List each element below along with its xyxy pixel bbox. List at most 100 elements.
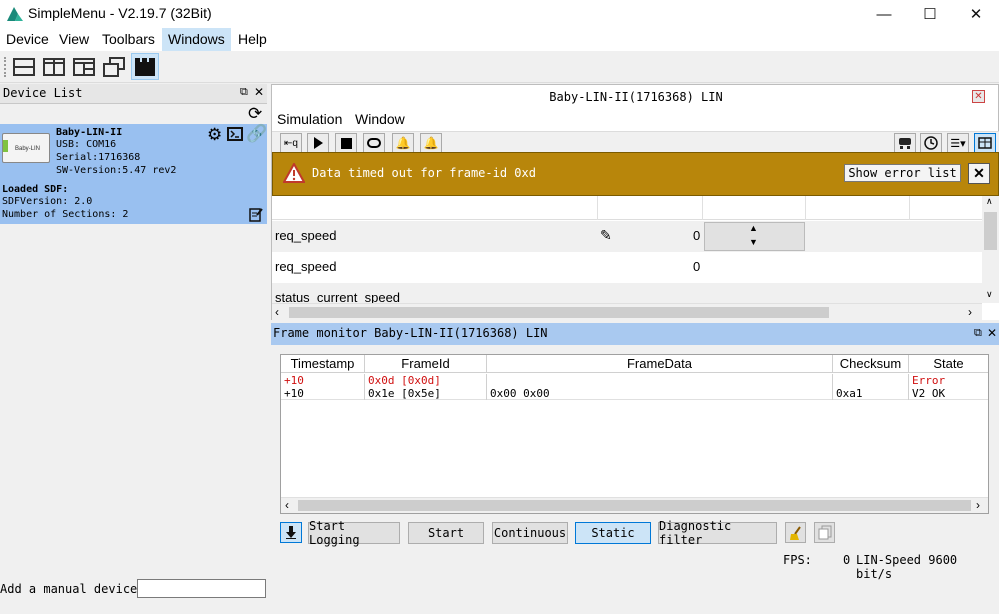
bell-alert-icon[interactable]: 🔔 — [420, 133, 442, 153]
copy-icon[interactable] — [814, 522, 835, 543]
lin-speed: LIN-Speed 9600 bit/s — [856, 553, 958, 581]
close-button[interactable]: ✕ — [953, 0, 999, 28]
col-framedata[interactable]: FrameData — [487, 355, 833, 373]
list-dropdown-icon[interactable]: ☰▾ — [947, 133, 969, 153]
autoscroll-down-icon[interactable] — [280, 522, 302, 543]
bus-icon[interactable] — [894, 133, 916, 153]
settings-gear-icon[interactable]: ⚙ — [207, 125, 222, 145]
maximize-button[interactable]: ☐ — [907, 0, 953, 28]
scroll-thumb[interactable] — [289, 307, 829, 318]
signal-name: req_speed — [275, 259, 337, 274]
device-list-title: Device List — [3, 86, 83, 100]
error-banner: Data timed out for frame-id 0xd Show err… — [272, 152, 999, 196]
layout-horizontal-icon[interactable] — [10, 53, 38, 80]
simulation-toolbar: ⇤q 🔔 🔔 ☰▾ — [272, 131, 999, 153]
play-icon[interactable] — [307, 133, 329, 153]
cell-state: Error — [912, 374, 946, 387]
device-list-panel: Device List ⧉ ✕ ⟳ Baby-LIN Baby-LIN-II U… — [0, 84, 267, 614]
manual-device-input[interactable] — [137, 579, 266, 598]
table-row[interactable]: +10 0x1e [0x5e] 0x00 0x00 0xa1 V2 OK — [281, 387, 988, 400]
table-row[interactable]: +10 0x0d [0x0d] Error — [281, 374, 988, 387]
refresh-icon[interactable]: ⟳ — [248, 104, 262, 124]
tabbed-view-icon[interactable] — [131, 53, 159, 80]
device-image-label: Baby-LIN — [15, 146, 41, 152]
static-button[interactable]: Static — [575, 522, 651, 544]
layout-grid-icon[interactable] — [70, 53, 98, 80]
cell-checksum — [833, 374, 909, 387]
menu-view[interactable]: View — [53, 28, 95, 51]
cell-timestamp: +10 — [281, 374, 365, 387]
link-icon[interactable]: 🔗 — [246, 124, 267, 144]
frame-horizontal-scrollbar[interactable]: ‹ › — [281, 497, 988, 513]
menu-simulation[interactable]: Simulation — [277, 111, 342, 127]
scroll-thumb[interactable] — [984, 212, 997, 250]
menu-toolbars[interactable]: Toolbars — [96, 28, 161, 51]
diagnostic-filter-button[interactable]: Diagnostic filter — [658, 519, 777, 547]
cell-frameid: 0x0d [0x0d] — [365, 374, 487, 387]
col-frameid[interactable]: FrameId — [365, 355, 487, 373]
start-button[interactable]: Start — [408, 522, 484, 544]
error-dismiss-button[interactable]: ✕ — [968, 163, 990, 184]
signal-vertical-scrollbar[interactable]: ∧ ∨ — [982, 196, 999, 303]
signal-value: 0 — [693, 259, 701, 274]
col-timestamp[interactable]: Timestamp — [281, 355, 365, 373]
device-image-stripe — [3, 140, 8, 152]
menu-device[interactable]: Device — [0, 28, 55, 51]
scroll-down-icon[interactable]: ∨ — [986, 289, 993, 300]
signal-row[interactable]: req_speed ✎ 0 ▲ ▼ — [272, 221, 982, 252]
cell-frameid: 0x1e [0x5e] — [365, 387, 487, 400]
cell-framedata: 0x00 0x00 — [487, 387, 833, 400]
device-card[interactable]: Baby-LIN Baby-LIN-II USB: COM16 Serial:1… — [0, 124, 267, 224]
terminal-icon[interactable] — [227, 127, 243, 141]
signal-value: 0 — [693, 228, 701, 243]
edit-pencil-icon[interactable]: ✎ — [600, 227, 612, 244]
signal-row[interactable]: req_speed 0 — [272, 252, 982, 283]
spin-down-icon[interactable]: ▼ — [749, 237, 758, 247]
edit-sdf-icon[interactable] — [249, 207, 263, 222]
minimize-button[interactable]: — — [861, 0, 907, 28]
cell-state: V2 OK — [912, 387, 946, 400]
close-panel-icon[interactable]: ✕ — [254, 85, 264, 99]
col-checksum[interactable]: Checksum — [833, 355, 909, 373]
signal-horizontal-scrollbar[interactable]: ‹ › — [272, 303, 982, 320]
menu-help[interactable]: Help — [232, 28, 273, 51]
cascade-windows-icon[interactable] — [100, 53, 128, 80]
show-error-list-button[interactable]: Show error list — [844, 164, 961, 182]
scroll-right-icon[interactable]: › — [976, 498, 980, 512]
clock-icon[interactable] — [920, 133, 942, 153]
simulation-close-icon[interactable]: ✕ — [972, 90, 985, 103]
start-logging-button[interactable]: Start Logging — [308, 519, 400, 547]
loop-icon[interactable] — [363, 133, 385, 153]
app-logo-icon — [7, 7, 23, 21]
fps-label: FPS: — [783, 553, 812, 567]
loaded-sdf-label: Loaded SDF: — [2, 184, 69, 195]
spin-up-icon[interactable]: ▲ — [749, 223, 758, 233]
clear-broom-icon[interactable] — [785, 522, 806, 543]
scroll-left-icon[interactable]: ‹ — [275, 305, 279, 319]
float-panel-icon[interactable]: ⧉ — [240, 86, 248, 99]
float-panel-icon[interactable]: ⧉ — [974, 327, 982, 340]
menu-window[interactable]: Window — [355, 111, 405, 127]
cell-checksum: 0xa1 — [833, 387, 909, 400]
table-view-icon[interactable] — [974, 133, 996, 153]
signal-table-header — [272, 196, 982, 220]
continuous-button[interactable]: Continuous — [492, 522, 568, 544]
layout-vertical-icon[interactable] — [40, 53, 68, 80]
scroll-up-icon[interactable]: ∧ — [986, 196, 993, 207]
close-panel-icon[interactable]: ✕ — [987, 326, 997, 340]
frame-monitor-table: Timestamp FrameId FrameData Checksum Sta… — [280, 354, 989, 514]
value-spinbox[interactable]: ▲ ▼ — [704, 222, 805, 251]
stop-icon[interactable] — [335, 133, 357, 153]
frame-table-header: Timestamp FrameId FrameData Checksum Sta… — [281, 355, 988, 373]
menu-windows[interactable]: Windows — [162, 28, 231, 51]
scroll-left-icon[interactable]: ‹ — [285, 498, 289, 512]
col-state[interactable]: State — [909, 355, 988, 373]
device-sw-version: SW-Version:5.47 rev2 — [56, 165, 177, 176]
scroll-right-icon[interactable]: › — [968, 305, 972, 319]
bell-gear-icon[interactable]: 🔔 — [392, 133, 414, 153]
simulation-menu-bar: Simulation Window — [272, 109, 999, 131]
scroll-thumb[interactable] — [298, 500, 971, 511]
signal-name: req_speed — [275, 228, 337, 243]
error-message: Data timed out for frame-id 0xd — [312, 166, 536, 180]
scan-icon[interactable]: ⇤q — [280, 133, 302, 153]
